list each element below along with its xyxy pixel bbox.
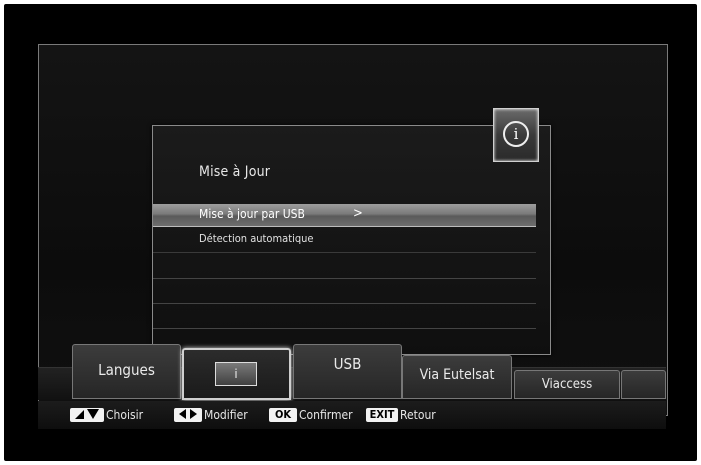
tab-label: USB xyxy=(333,355,362,373)
tab-blank[interactable] xyxy=(621,370,666,399)
tab-usb[interactable]: USB xyxy=(293,344,402,399)
left-right-arrows-icon xyxy=(174,408,202,422)
hint-label: Choisir xyxy=(106,408,144,422)
dialog-title: Mise à Jour xyxy=(199,164,271,180)
menu-item-label: Détection automatique xyxy=(199,232,314,245)
row-divider xyxy=(153,303,536,304)
tab-viaccess[interactable]: Viaccess xyxy=(514,370,620,399)
row-divider xyxy=(153,328,536,329)
tab-info[interactable]: i xyxy=(182,348,291,400)
tab-langues[interactable]: Langues xyxy=(72,344,181,399)
update-dialog: Mise à Jour Mise à jour par USB > Détect… xyxy=(152,125,551,355)
hint-modify: Modifier xyxy=(174,408,248,422)
exit-key-icon: EXIT xyxy=(366,408,398,422)
row-divider xyxy=(153,278,536,279)
tab-label: Viaccess xyxy=(541,377,593,392)
info-icon: i xyxy=(503,121,529,147)
tab-via-eutelsat[interactable]: Via Eutelsat xyxy=(402,355,512,399)
menu-item-auto-detection[interactable]: Détection automatique xyxy=(153,228,536,253)
info-screen-icon: i xyxy=(215,362,257,386)
help-bar: Choisir Modifier OK Confirmer EXIT Retou… xyxy=(38,401,666,429)
hint-label: Confirmer xyxy=(299,408,353,422)
hint-label: Retour xyxy=(400,408,436,422)
tv-screen: Mise à Jour Mise à jour par USB > Détect… xyxy=(4,4,697,461)
tab-label: Via Eutelsat xyxy=(419,367,495,383)
hint-choose: Choisir xyxy=(70,408,143,422)
tab-label: Langues xyxy=(98,361,155,379)
hint-back: EXIT Retour xyxy=(366,408,436,422)
menu-item-usb-update[interactable]: Mise à jour par USB > xyxy=(153,204,536,227)
hint-label: Modifier xyxy=(204,408,248,422)
menu-item-label: Mise à jour par USB xyxy=(199,207,305,221)
chevron-right-icon: > xyxy=(353,206,363,221)
info-badge: i xyxy=(493,108,539,162)
up-down-arrows-icon xyxy=(70,408,104,422)
ok-key-icon: OK xyxy=(269,408,297,422)
hint-confirm: OK Confirmer xyxy=(269,408,353,422)
